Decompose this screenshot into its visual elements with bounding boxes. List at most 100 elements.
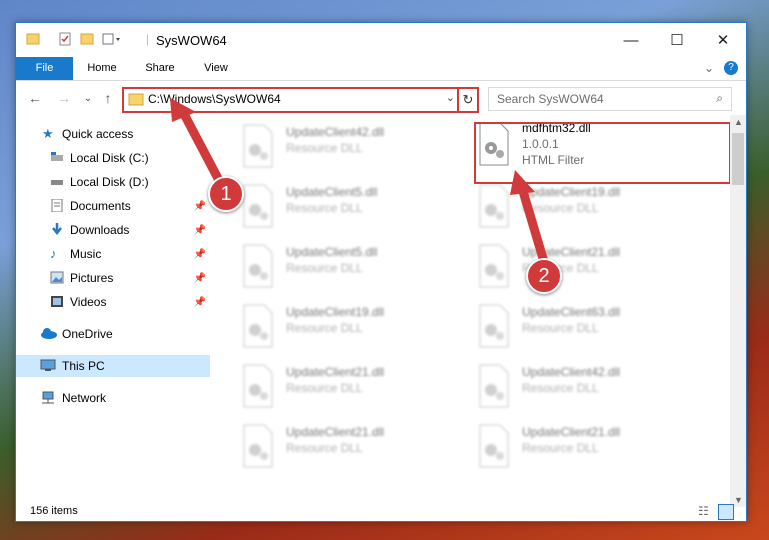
search-input[interactable]: Search SysWOW64 ⌕ xyxy=(488,87,732,111)
dll-file-icon xyxy=(243,124,273,168)
file-item[interactable]: UpdateClient42.dll Resource DLL xyxy=(448,363,678,413)
customize-toolbar-icon[interactable] xyxy=(102,32,124,46)
file-name: UpdateClient21.dll xyxy=(286,365,385,379)
tab-share[interactable]: Share xyxy=(134,57,186,80)
tab-home[interactable]: Home xyxy=(76,57,128,80)
file-type: Resource DLL xyxy=(286,381,363,395)
nav-item-local-disk-d[interactable]: Local Disk (D:) xyxy=(16,171,210,193)
file-item[interactable]: UpdateClient42.dll Resource DLL xyxy=(212,123,442,173)
maximize-button[interactable]: ☐ xyxy=(654,23,700,57)
tiles-view-icon[interactable] xyxy=(718,504,734,520)
window-title: SysWOW64 xyxy=(156,33,227,48)
nav-label: Pictures xyxy=(70,271,114,285)
item-count: 156 items xyxy=(30,505,78,517)
file-item[interactable]: UpdateClient21.dll Resource DLL xyxy=(448,423,678,473)
recent-locations-button[interactable]: ⌄ xyxy=(78,88,98,108)
nav-quick-access[interactable]: ★ Quick access xyxy=(16,123,210,145)
file-type: Resource DLL xyxy=(286,261,363,275)
refresh-button[interactable]: ↻ xyxy=(457,87,479,113)
file-name: UpdateClient5.dll xyxy=(286,185,378,199)
minimize-button[interactable]: — xyxy=(608,23,654,57)
file-item[interactable]: UpdateClient5.dll Resource DLL xyxy=(212,183,442,233)
file-type: Resource DLL xyxy=(522,201,599,215)
nav-item-pictures[interactable]: Pictures 📌 xyxy=(16,267,210,289)
file-name: UpdateClient42.dll xyxy=(522,365,621,379)
pin-icon[interactable]: 📌 xyxy=(194,244,206,266)
music-icon: ♪ xyxy=(50,246,57,261)
drive-icon xyxy=(51,180,63,185)
address-dropdown-icon[interactable]: ⌄ xyxy=(446,91,455,104)
search-icon: ⌕ xyxy=(716,91,723,105)
file-name: UpdateClient19.dll xyxy=(522,185,621,199)
file-name: UpdateClient19.dll xyxy=(286,305,385,319)
file-name: UpdateClient63.dll xyxy=(522,305,621,319)
file-item[interactable]: UpdateClient21.dll Resource DLL xyxy=(212,363,442,413)
nav-item-documents[interactable]: Documents 📌 xyxy=(16,195,210,217)
file-name: UpdateClient21.dll xyxy=(522,425,621,439)
forward-button[interactable]: → xyxy=(54,88,74,108)
dll-file-icon xyxy=(243,304,273,348)
nav-label: Local Disk (C:) xyxy=(70,151,149,165)
callout-1: 1 xyxy=(208,176,244,212)
nav-label: Local Disk (D:) xyxy=(70,175,149,189)
address-row: ← → ⌄ ↑ C:\Windows\SysWOW64 ⌄ ↻ Search S… xyxy=(16,81,746,115)
nav-network[interactable]: Network xyxy=(16,387,210,409)
cloud-icon xyxy=(41,328,57,339)
scroll-thumb[interactable] xyxy=(732,133,744,185)
address-bar[interactable]: C:\Windows\SysWOW64 ⌄ xyxy=(122,87,463,113)
nav-item-downloads[interactable]: Downloads 📌 xyxy=(16,219,210,241)
callout-2: 2 xyxy=(526,258,562,294)
nav-this-pc[interactable]: This PC xyxy=(16,355,210,377)
computer-icon xyxy=(40,359,56,371)
pin-icon[interactable]: 📌 xyxy=(194,196,206,218)
pin-icon[interactable]: 📌 xyxy=(194,268,206,290)
tab-file[interactable]: File xyxy=(16,57,73,80)
close-button[interactable]: ✕ xyxy=(700,23,746,57)
pictures-icon xyxy=(50,271,64,284)
download-icon xyxy=(52,223,62,236)
expand-ribbon-icon[interactable]: ⌄ xyxy=(704,61,714,75)
drive-icon xyxy=(51,152,63,161)
nav-label: Quick access xyxy=(62,127,134,141)
dll-file-icon xyxy=(243,364,273,408)
network-icon xyxy=(42,391,54,404)
nav-item-music[interactable]: ♪ Music 📌 xyxy=(16,243,210,265)
status-bar: 156 items ☷ xyxy=(16,503,746,521)
vertical-scrollbar[interactable]: ▲ ▼ xyxy=(730,115,746,507)
file-type: Resource DLL xyxy=(286,141,363,155)
file-type: Resource DLL xyxy=(286,321,363,335)
navigation-pane: ★ Quick access Local Disk (C:) Local Dis… xyxy=(16,115,210,507)
title-separator: | xyxy=(146,32,150,46)
nav-label: This PC xyxy=(62,359,105,373)
file-item[interactable]: UpdateClient5.dll Resource DLL xyxy=(212,243,442,293)
file-item[interactable]: UpdateClient19.dll Resource DLL xyxy=(212,303,442,353)
file-name: UpdateClient21.dll xyxy=(286,425,385,439)
nav-item-videos[interactable]: Videos 📌 xyxy=(16,291,210,313)
tab-view[interactable]: View xyxy=(190,57,242,80)
properties-icon[interactable] xyxy=(58,32,72,46)
file-item[interactable]: UpdateClient19.dll Resource DLL xyxy=(448,183,678,233)
file-type: Resource DLL xyxy=(522,321,599,335)
back-button[interactable]: ← xyxy=(25,88,45,108)
scroll-up-icon[interactable]: ▲ xyxy=(734,117,743,127)
details-view-icon[interactable]: ☷ xyxy=(698,504,709,518)
pin-icon[interactable]: 📌 xyxy=(194,220,206,242)
up-button[interactable]: ↑ xyxy=(98,88,118,108)
nav-onedrive[interactable]: OneDrive xyxy=(16,323,210,345)
dll-file-icon xyxy=(479,244,509,288)
file-item[interactable]: UpdateClient21.dll Resource DLL xyxy=(448,243,678,293)
nav-item-local-disk-c[interactable]: Local Disk (C:) xyxy=(16,147,210,169)
file-item[interactable]: UpdateClient63.dll Resource DLL xyxy=(448,303,678,353)
file-type: Resource DLL xyxy=(522,441,599,455)
documents-icon xyxy=(51,199,63,212)
file-name: UpdateClient5.dll xyxy=(286,245,378,259)
new-folder-icon[interactable] xyxy=(80,32,94,46)
pin-icon[interactable]: 📌 xyxy=(194,292,206,314)
dll-file-icon xyxy=(479,424,509,468)
file-item[interactable]: UpdateClient21.dll Resource DLL xyxy=(212,423,442,473)
folder-icon xyxy=(128,93,144,106)
help-icon[interactable]: ? xyxy=(724,61,738,75)
ribbon-tabs: File Home Share View ⌄ ? xyxy=(16,57,746,81)
file-type: Resource DLL xyxy=(522,381,599,395)
videos-icon xyxy=(51,296,63,307)
